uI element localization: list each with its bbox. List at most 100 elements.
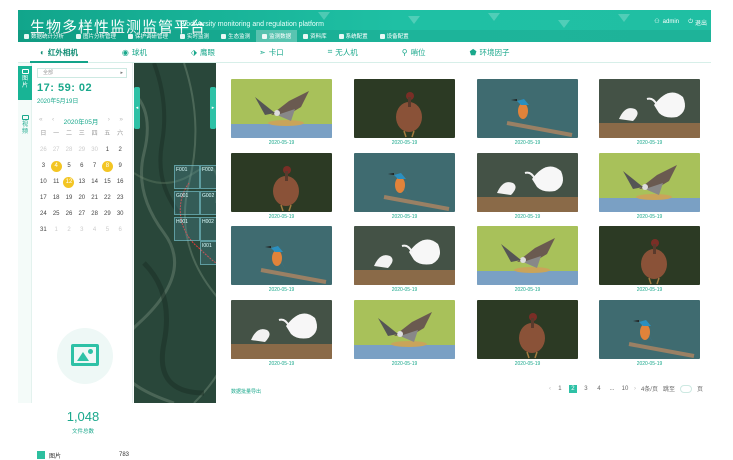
nav-item[interactable]: 设备配置 bbox=[374, 30, 415, 42]
nav-item[interactable]: 实时监测 bbox=[174, 30, 215, 42]
calendar-day[interactable]: 16 bbox=[115, 177, 126, 188]
calendar-day[interactable]: 1 bbox=[102, 145, 113, 156]
photo-thumbnail[interactable]: 2020-05-19 bbox=[599, 79, 700, 146]
camera-cell[interactable]: G002 bbox=[200, 191, 216, 215]
tab-dome-camera[interactable]: ◉ 球机 bbox=[100, 42, 169, 63]
photo-thumbnail[interactable]: 2020-05-19 bbox=[354, 79, 455, 146]
calendar-day[interactable]: 18 bbox=[51, 193, 62, 204]
calendar-day[interactable]: 5 bbox=[102, 225, 113, 236]
calendar-day[interactable]: 3 bbox=[38, 161, 49, 172]
calendar-day[interactable]: 5 bbox=[63, 161, 74, 172]
photo-thumbnail[interactable]: 2020-05-19 bbox=[354, 153, 455, 220]
nav-item[interactable]: 生态监测 bbox=[215, 30, 256, 42]
calendar-day[interactable]: 7 bbox=[89, 161, 100, 172]
tab-infrared-camera[interactable]: ◐ 红外相机 bbox=[18, 42, 100, 63]
calendar-day[interactable]: 21 bbox=[89, 193, 100, 204]
photo-thumbnail[interactable]: 2020-05-19 bbox=[599, 226, 700, 293]
satellite-map[interactable]: ◂ ▸ F001 F002 G001 G002 H001 H002 I001 bbox=[134, 63, 216, 403]
photo-thumbnail[interactable]: 2020-05-19 bbox=[354, 226, 455, 293]
calendar-day[interactable]: 6 bbox=[115, 225, 126, 236]
tab-sentry[interactable]: ⚲ 哨位 bbox=[380, 42, 448, 63]
camera-cell[interactable]: F002 bbox=[200, 165, 216, 189]
calendar-day[interactable]: 22 bbox=[102, 193, 113, 204]
calendar-day[interactable]: 30 bbox=[115, 209, 126, 220]
tab-environment[interactable]: ⬟ 环境因子 bbox=[448, 42, 532, 63]
calendar-day[interactable]: 29 bbox=[76, 145, 87, 156]
tab-eagle-eye[interactable]: ⬗ 鹰眼 bbox=[169, 42, 237, 63]
camera-cell[interactable]: I001 bbox=[200, 241, 216, 265]
calendar-day[interactable]: 19 bbox=[63, 193, 74, 204]
collapse-left-handle[interactable]: ◂ bbox=[134, 87, 140, 129]
next-month-button[interactable]: › bbox=[108, 116, 110, 126]
page-button[interactable]: 3 bbox=[582, 386, 590, 392]
calendar-day[interactable]: 2 bbox=[63, 225, 74, 236]
camera-cell[interactable]: G001 bbox=[174, 191, 200, 215]
prev-page-button[interactable]: ‹ bbox=[549, 386, 551, 392]
device-select[interactable]: 全部 ▸ bbox=[37, 68, 127, 78]
photo-thumbnail[interactable]: 2020-05-19 bbox=[477, 226, 578, 293]
calendar-day[interactable]: 1 bbox=[51, 225, 62, 236]
calendar-day[interactable]: 24 bbox=[38, 209, 49, 220]
bulk-export-link[interactable]: 数据批量导出 bbox=[231, 388, 261, 395]
photo-thumbnail[interactable]: 2020-05-19 bbox=[477, 153, 578, 220]
photo-thumbnail[interactable]: 2020-05-19 bbox=[231, 153, 332, 220]
page-button[interactable]: 2 bbox=[568, 384, 577, 393]
nav-item[interactable]: 保护调研管理 bbox=[122, 30, 174, 42]
prev-month-button[interactable]: ‹ bbox=[52, 116, 54, 126]
next-page-button[interactable]: › bbox=[634, 386, 636, 392]
camera-cell[interactable]: H001 bbox=[174, 217, 200, 241]
page-button[interactable]: 1 bbox=[556, 386, 564, 392]
calendar-day[interactable]: 6 bbox=[76, 161, 87, 172]
calendar-day[interactable]: 29 bbox=[102, 209, 113, 220]
calendar-day[interactable]: 28 bbox=[89, 209, 100, 220]
page-button[interactable]: 4 bbox=[595, 386, 603, 392]
photo-thumbnail[interactable]: 2020-05-19 bbox=[599, 153, 700, 220]
calendar-day[interactable]: 26 bbox=[63, 209, 74, 220]
calendar-day[interactable]: 31 bbox=[38, 225, 49, 236]
next-year-button[interactable]: » bbox=[119, 116, 123, 126]
user-menu[interactable]: ⚇ admin bbox=[654, 18, 679, 26]
tab-drone[interactable]: ⌗ 无人机 bbox=[306, 42, 380, 63]
calendar-day[interactable]: 14 bbox=[89, 177, 100, 188]
calendar-day[interactable]: 20 bbox=[76, 193, 87, 204]
video-mode-button[interactable]: 视频 bbox=[18, 112, 32, 139]
nav-item[interactable]: 资料库 bbox=[297, 30, 333, 42]
calendar-day[interactable]: 2 bbox=[115, 145, 126, 156]
calendar-day[interactable]: 13 bbox=[76, 177, 87, 188]
calendar-day[interactable]: 28 bbox=[63, 145, 74, 156]
tab-checkpoint[interactable]: ➣ 卡口 bbox=[237, 42, 306, 63]
prev-year-button[interactable]: « bbox=[39, 116, 43, 126]
nav-item[interactable]: 数据统计分析 bbox=[18, 30, 70, 42]
logout-button[interactable]: ⏻ 退出 bbox=[688, 18, 707, 27]
page-size-select[interactable]: 4条/页 bbox=[641, 384, 658, 393]
calendar-day-marked[interactable]: 4 bbox=[50, 161, 62, 172]
photo-thumbnail[interactable]: 2020-05-19 bbox=[231, 79, 332, 146]
photo-thumbnail[interactable]: 2020-05-19 bbox=[231, 300, 332, 367]
calendar-day[interactable]: 17 bbox=[38, 193, 49, 204]
nav-item[interactable]: 系统配置 bbox=[333, 30, 374, 42]
nav-item[interactable]: 监测数据 bbox=[256, 30, 298, 42]
calendar-day[interactable]: 4 bbox=[89, 225, 100, 236]
goto-page-input[interactable] bbox=[679, 384, 692, 393]
nav-item[interactable]: 图片分析管理 bbox=[70, 30, 122, 42]
photo-thumbnail[interactable]: 2020-05-19 bbox=[231, 226, 332, 293]
calendar-day[interactable]: 9 bbox=[115, 161, 126, 172]
calendar-day[interactable]: 25 bbox=[51, 209, 62, 220]
photo-thumbnail[interactable]: 2020-05-19 bbox=[477, 300, 578, 367]
photo-thumbnail[interactable]: 2020-05-19 bbox=[477, 79, 578, 146]
photo-thumbnail[interactable]: 2020-05-19 bbox=[354, 300, 455, 367]
camera-cell[interactable]: F001 bbox=[174, 165, 200, 189]
calendar-day-marked[interactable]: 8 bbox=[101, 161, 113, 172]
calendar-day[interactable]: 30 bbox=[89, 145, 100, 156]
photo-thumbnail[interactable]: 2020-05-19 bbox=[599, 300, 700, 367]
calendar-day[interactable]: 27 bbox=[76, 209, 87, 220]
calendar-day[interactable]: 10 bbox=[38, 177, 49, 188]
camera-cell[interactable]: H002 bbox=[200, 217, 216, 241]
calendar-day[interactable]: 23 bbox=[115, 193, 126, 204]
calendar-day[interactable]: 27 bbox=[51, 145, 62, 156]
calendar-day[interactable]: 3 bbox=[76, 225, 87, 236]
calendar-day-marked[interactable]: 12 bbox=[63, 177, 75, 188]
image-mode-button[interactable]: 图片 bbox=[18, 66, 32, 100]
page-button[interactable]: 10 bbox=[621, 386, 629, 392]
calendar-day[interactable]: 15 bbox=[102, 177, 113, 188]
